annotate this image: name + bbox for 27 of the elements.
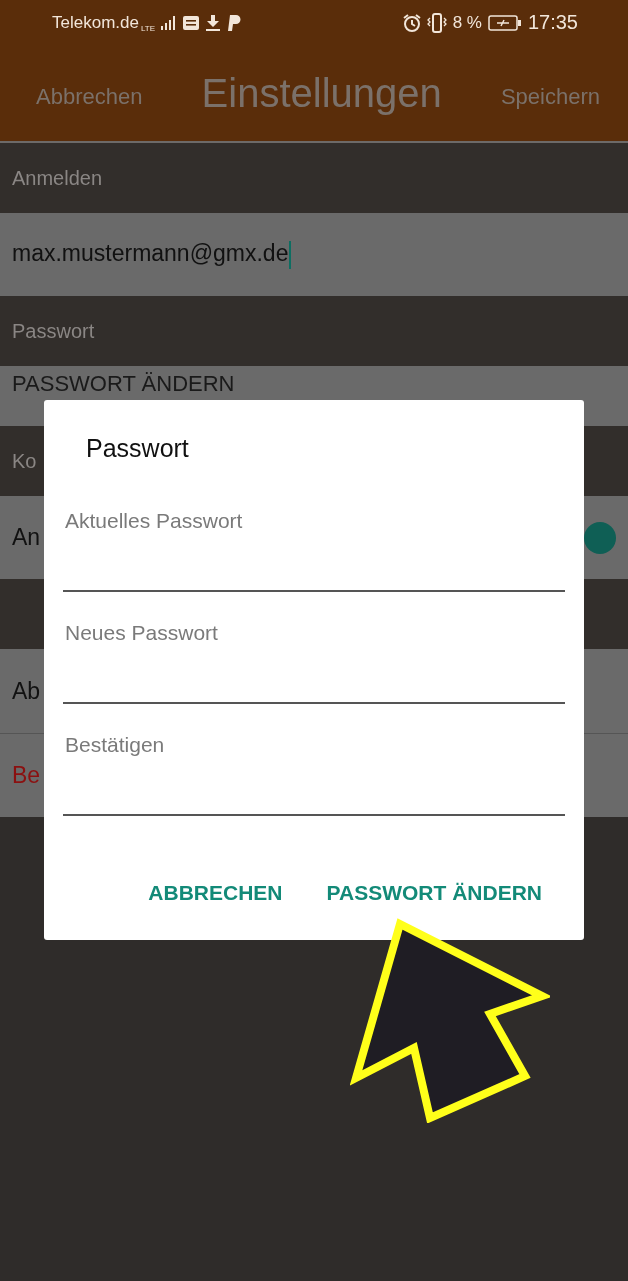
dialog-title: Passwort [86,434,190,463]
vibrate-icon [426,12,447,33]
setting-item[interactable]: Ab [12,677,41,705]
cancel-button[interactable]: Abbrechen [36,84,143,110]
battery-percent: 8 % [452,12,482,33]
pointer-arrow-icon [350,918,550,1123]
signal-icon [161,15,177,30]
password-field[interactable]: Neues Passwort [63,616,565,704]
change-password-button[interactable]: PASSWORT ÄNDERN [12,372,235,396]
setting-label: An [12,524,41,551]
message-icon [183,15,199,30]
download-icon [205,14,221,31]
carrier-name: Telekom.de [52,12,139,33]
cancel-button[interactable]: ABBRECHEN [148,877,283,909]
payment-app-icon [227,14,241,31]
toggle-switch[interactable] [584,521,616,554]
email-field[interactable]: max.mustermann@gmx.de [0,213,628,296]
battery-charging-icon [487,14,522,31]
alarm-icon [402,13,421,32]
danger-item[interactable]: Be [12,762,41,789]
clock-time: 17:35 [527,11,578,34]
network-type: LTE [140,24,155,33]
save-button[interactable]: Speichern [500,84,600,110]
screen-title: Einstellungen [201,70,442,116]
confirm-button[interactable]: PASSWORT ÄNDERN [326,877,542,909]
password-field[interactable]: Aktuelles Passwort [63,504,565,592]
password-field[interactable]: Bestätigen [63,728,565,816]
